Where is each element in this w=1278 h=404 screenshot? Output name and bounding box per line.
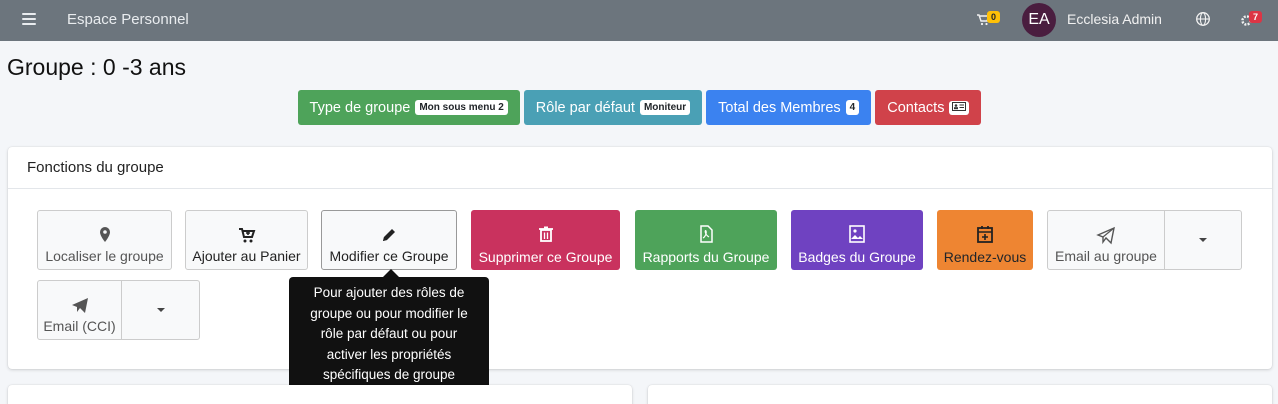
edit-group-button[interactable]: Modifier ce Groupe — [321, 210, 457, 270]
email-cci-dropdown-toggle[interactable] — [122, 281, 199, 339]
user-name[interactable]: Ecclesia Admin — [1067, 11, 1162, 27]
caret-down-icon — [156, 308, 165, 312]
contacts-button[interactable]: Contacts — [875, 90, 982, 125]
left-bottom-card — [8, 385, 632, 404]
members-total-button[interactable]: Total des Membres 4 — [706, 90, 872, 125]
group-type-label: Type de groupe — [309, 99, 411, 116]
delete-group-button[interactable]: Supprimer ce Groupe — [471, 210, 620, 270]
paper-plane-icon — [71, 298, 88, 313]
image-icon — [849, 225, 865, 243]
locate-group-button[interactable]: Localiser le groupe — [37, 210, 172, 270]
add-to-cart-label: Ajouter au Panier — [192, 248, 301, 264]
avatar[interactable]: EA — [1022, 3, 1056, 37]
group-type-button[interactable]: Type de groupe Mon sous menu 2 — [297, 90, 520, 125]
settings-count-badge: 7 — [1249, 11, 1263, 23]
members-total-badge: 4 — [845, 100, 860, 115]
settings-button[interactable]: 7 — [1240, 11, 1268, 29]
card-title: Fonctions du groupe — [8, 147, 1272, 189]
group-info-bar: Type de groupe Mon sous menu 2 Rôle par … — [0, 90, 1278, 125]
group-badges-button[interactable]: Badges du Groupe — [791, 210, 923, 270]
cart-plus-icon — [238, 228, 255, 243]
cart-button[interactable]: 0 — [977, 11, 1005, 29]
calendar-plus-icon — [977, 226, 993, 243]
add-to-cart-button[interactable]: Ajouter au Panier — [185, 210, 308, 270]
right-bottom-card — [648, 385, 1272, 404]
map-marker-icon — [99, 227, 110, 242]
tooltip-line: activer les propriétés — [326, 346, 452, 362]
cart-count-badge: 0 — [987, 11, 1001, 23]
menu-toggle-icon[interactable] — [22, 13, 36, 25]
default-role-badge: Moniteur — [639, 100, 691, 115]
email-group-button[interactable]: Email au groupe — [1048, 211, 1165, 269]
group-type-badge: Mon sous menu 2 — [415, 100, 508, 115]
pencil-icon — [383, 229, 395, 241]
appointment-label: Rendez-vous — [943, 249, 1027, 265]
group-reports-label: Rapports du Groupe — [642, 249, 770, 265]
paper-plane-icon — [1096, 226, 1115, 245]
contact-card-icon — [949, 100, 970, 115]
members-total-label: Total des Membres — [718, 99, 841, 116]
tooltip-line: rôle par défaut ou pour — [320, 326, 458, 341]
caret-down-icon — [1199, 238, 1207, 242]
email-cci-label: Email (CCI) — [43, 318, 116, 334]
tooltip-arrow — [383, 269, 399, 277]
email-group-split-button: Email au groupe — [1047, 210, 1242, 270]
delete-group-label: Supprimer ce Groupe — [478, 249, 613, 265]
top-navbar: Espace Personnel 0 EA Ecclesia Admin 7 — [0, 0, 1278, 41]
contacts-label: Contacts — [887, 99, 945, 116]
tooltip-line: spécifiques de groupe — [322, 367, 456, 382]
default-role-button[interactable]: Rôle par défaut Moniteur — [523, 90, 703, 125]
appointment-button[interactable]: Rendez-vous — [937, 210, 1033, 270]
email-group-dropdown-toggle[interactable] — [1165, 211, 1241, 269]
edit-group-label: Modifier ce Groupe — [329, 248, 449, 264]
globe-icon[interactable] — [1195, 11, 1211, 27]
email-cci-button[interactable]: Email (CCI) — [38, 281, 122, 339]
page-title: Groupe : 0 -3 ans — [7, 54, 186, 80]
tooltip-line: groupe ou pour modifier le — [310, 305, 468, 321]
brand-link[interactable]: Espace Personnel — [67, 11, 189, 28]
tooltip-line: Pour ajouter des rôles de — [313, 285, 465, 300]
email-cci-split-button: Email (CCI) — [37, 280, 200, 340]
file-pdf-icon — [700, 225, 713, 243]
email-group-label: Email au groupe — [1055, 248, 1157, 264]
group-reports-button[interactable]: Rapports du Groupe — [635, 210, 777, 270]
locate-group-label: Localiser le groupe — [45, 248, 164, 264]
trash-icon — [538, 226, 553, 242]
edit-group-tooltip: Pour ajouter des rôles de groupe ou pour… — [289, 277, 489, 389]
default-role-label: Rôle par défaut — [535, 99, 635, 116]
group-badges-label: Badges du Groupe — [798, 249, 916, 265]
